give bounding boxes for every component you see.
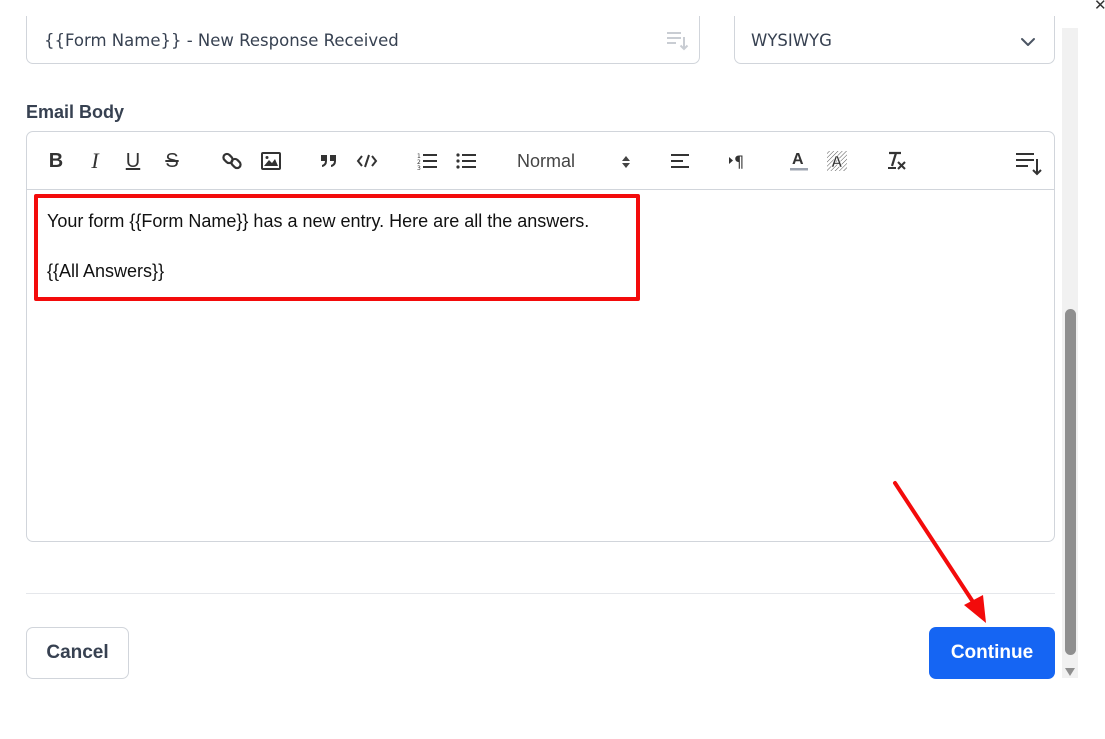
insert-shortcode-icon[interactable] <box>1013 150 1043 176</box>
subject-value: {{Form Name}} - New Response Received <box>44 31 399 50</box>
image-icon[interactable] <box>259 148 283 174</box>
bold-icon[interactable]: B <box>46 148 66 174</box>
blockquote-icon[interactable] <box>317 148 341 174</box>
email-body-label: Email Body <box>26 102 125 122</box>
svg-text:¶: ¶ <box>734 152 744 171</box>
scrollbar-thumb[interactable] <box>1065 309 1076 655</box>
ordered-list-icon[interactable]: 1 2 3 <box>415 148 439 174</box>
editor-toolbar: B I U S 1 2 3 Normal ¶ A A <box>27 132 1054 190</box>
text-color-icon[interactable]: A <box>787 148 811 174</box>
header-size-value: Normal <box>517 151 576 171</box>
email-settings-panel: ✕ {{Form Name}} - New Response Received … <box>0 0 1105 739</box>
close-icon[interactable]: ✕ <box>1094 0 1105 13</box>
annotation-arrow-icon <box>893 481 986 623</box>
svg-text:A: A <box>792 151 804 168</box>
text-direction-icon[interactable]: ¶ <box>725 148 751 174</box>
scroll-down-arrow-icon[interactable] <box>1063 663 1077 676</box>
svg-text:3: 3 <box>417 165 421 171</box>
background-color-icon[interactable]: A <box>825 148 849 174</box>
subject-field[interactable]: {{Form Name}} - New Response Received <box>26 16 700 64</box>
bullet-list-icon[interactable] <box>454 148 478 174</box>
align-left-icon[interactable] <box>668 148 692 174</box>
format-select-value: WYSIWYG <box>751 31 832 50</box>
link-icon[interactable] <box>219 148 245 174</box>
header-size-select[interactable]: Normal <box>507 148 637 174</box>
svg-text:A: A <box>831 154 843 171</box>
clear-format-icon[interactable] <box>884 148 908 174</box>
chevron-down-icon <box>1020 33 1036 52</box>
italic-icon[interactable]: I <box>85 148 105 174</box>
cancel-button[interactable]: Cancel <box>26 627 129 679</box>
list-insert-icon[interactable] <box>665 28 689 56</box>
code-block-icon[interactable] <box>355 148 379 174</box>
select-arrows-icon <box>621 154 631 174</box>
underline-icon[interactable]: U <box>123 148 143 174</box>
strikethrough-icon[interactable]: S <box>162 148 182 174</box>
annotation-highlight-box <box>34 194 640 301</box>
format-select[interactable]: WYSIWYG <box>734 16 1055 64</box>
